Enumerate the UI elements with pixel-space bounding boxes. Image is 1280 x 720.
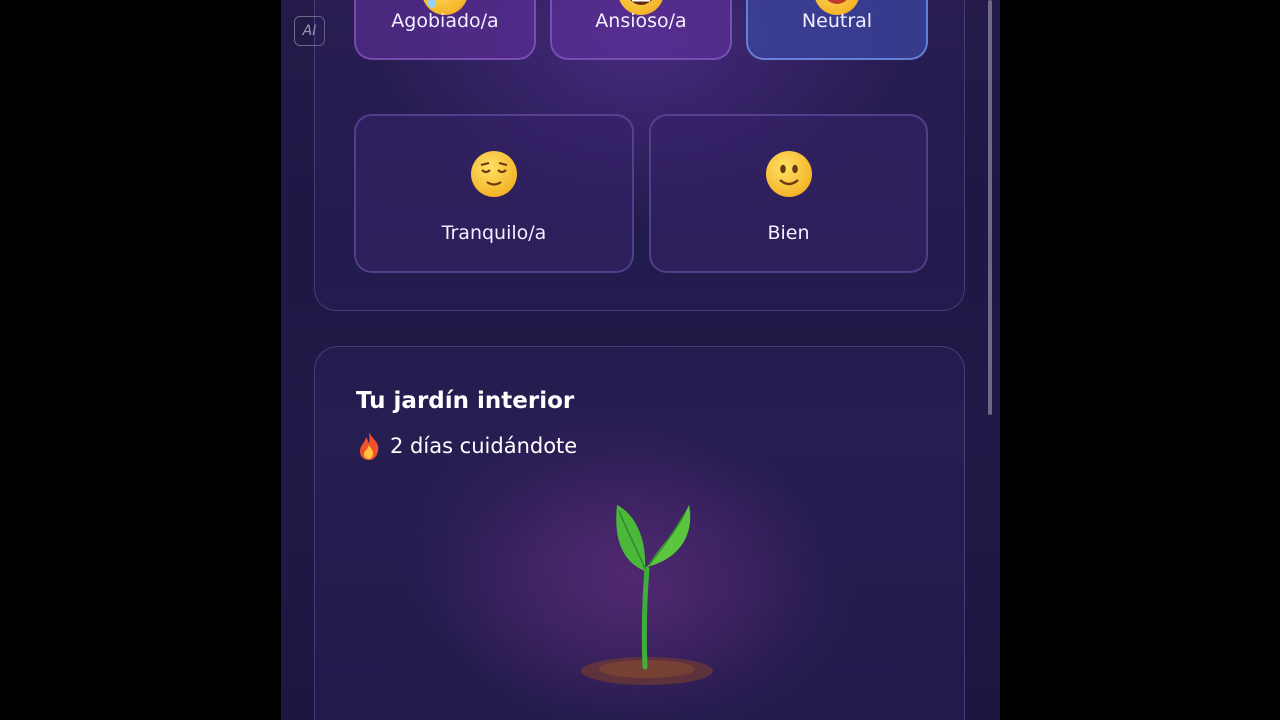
mood-label: Agobiado/a (391, 10, 499, 32)
mood-option-neutral[interactable]: Neutral (746, 0, 928, 60)
mood-option-ansioso[interactable]: Ansioso/a (550, 0, 732, 60)
slightly-smiling-face-icon (765, 151, 812, 197)
mood-label: Bien (767, 222, 810, 244)
inner-garden-card[interactable]: Tu jardín interior 2 días cuidándote (314, 346, 965, 720)
mood-label: Ansioso/a (595, 10, 687, 32)
mood-option-bien[interactable]: Bien (649, 114, 928, 273)
mood-label: Tranquilo/a (441, 222, 547, 244)
mood-option-tranquilo[interactable]: Tranquilo/a (354, 114, 634, 273)
streak-counter: 2 días cuidándote (356, 431, 577, 461)
mood-option-agobiado[interactable]: Agobiado/a (354, 0, 536, 60)
relieved-face-icon (471, 151, 517, 197)
streak-text: 2 días cuidándote (390, 434, 578, 458)
sprout-icon (581, 505, 713, 685)
fire-icon (356, 431, 382, 461)
garden-title: Tu jardín interior (356, 388, 575, 414)
mood-label: Neutral (801, 10, 873, 32)
scrollbar[interactable] (988, 0, 992, 415)
app-screen: AI Agobiado/a Ansioso/a Neutral Tranquil… (281, 0, 1000, 720)
mood-selector-panel: Agobiado/a Ansioso/a Neutral Tranquilo/a… (314, 0, 965, 311)
